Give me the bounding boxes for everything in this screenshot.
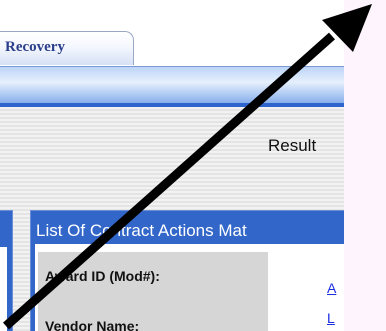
header-band <box>0 66 344 105</box>
award-id-link[interactable]: A <box>327 280 336 296</box>
tab-recovery[interactable]: Recovery <box>0 31 134 65</box>
award-id-label: Award ID (Mod#): <box>45 268 160 284</box>
left-panel-body <box>0 247 7 331</box>
left-panel <box>0 210 13 331</box>
tab-strip: Recovery <box>0 0 344 68</box>
vendor-name-label: Vendor Name: <box>45 318 140 331</box>
screen: Recovery Result List Of Contract Actions… <box>0 0 386 331</box>
result-label: Result <box>268 136 317 155</box>
tab-recovery-label: Recovery <box>5 39 65 55</box>
panel-title: List Of Contract Actions Mat <box>36 221 247 240</box>
right-margin <box>344 0 386 331</box>
field-label-column: Award ID (Mod#): Vendor Name: <box>38 252 268 331</box>
panel-body: Award ID (Mod#): Vendor Name: A L <box>35 244 361 331</box>
contract-actions-panel: List Of Contract Actions Mat Award ID (M… <box>30 210 362 331</box>
vendor-name-link[interactable]: L <box>327 310 335 326</box>
